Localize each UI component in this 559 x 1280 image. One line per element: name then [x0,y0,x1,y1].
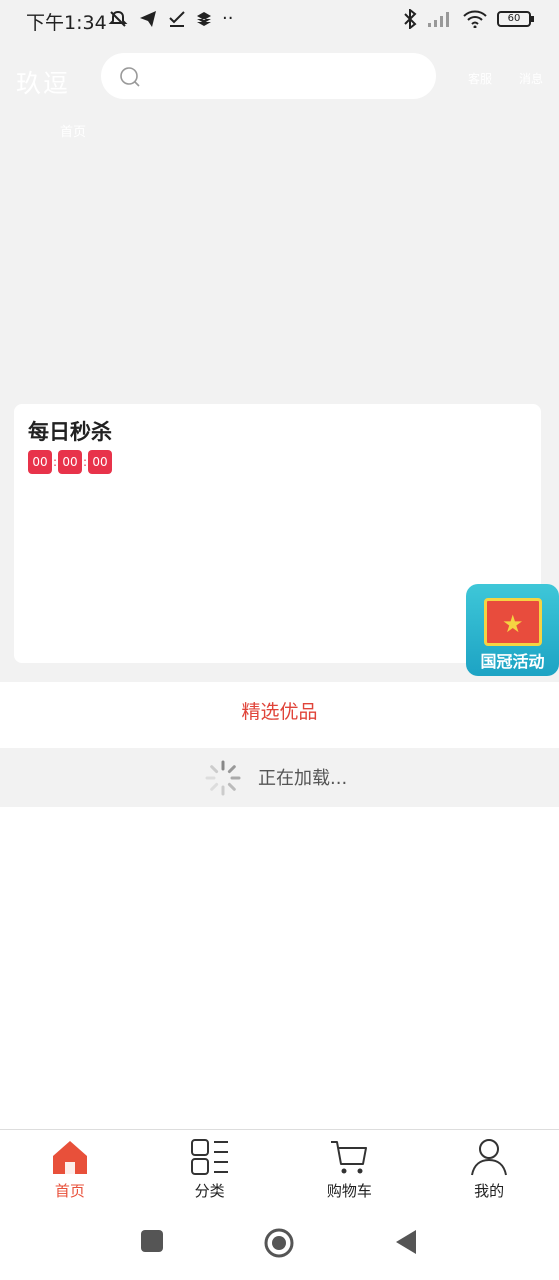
tab-label: 购物车 [326,1182,372,1200]
bluetooth-icon [404,9,417,29]
tab-profile[interactable]: 我的 [419,1130,559,1205]
featured-section-title: 精选优品 [0,682,559,748]
home-nav-icon[interactable] [263,1227,295,1259]
recents-icon[interactable] [140,1229,164,1253]
system-nav-bar [0,1205,559,1280]
more-dots-icon: ·· [222,8,234,29]
search-input[interactable] [101,53,436,99]
category-icon [190,1139,228,1175]
status-time: 下午1:34 [26,12,107,34]
battery-icon: 60 [497,11,534,27]
tab-home[interactable]: 首页 [60,121,86,140]
countdown-timer: 00 : 00 : 00 [28,450,112,474]
message-link[interactable]: 消息 [519,70,543,87]
layers-icon [197,11,211,26]
home-icon [52,1141,87,1174]
promo-float-button[interactable]: ★ 国冠活动 [466,584,559,676]
telegram-icon [140,10,156,27]
promo-label: 国冠活动 [480,652,545,671]
bottom-tab-bar: 首页 分类 购物车 我的 [0,1129,559,1205]
spinner-icon [205,760,241,796]
flash-sale-title: 每日秒杀 [28,420,112,444]
user-icon [471,1139,508,1176]
tab-label: 首页 [54,1182,85,1200]
tab-cart[interactable]: 购物车 [280,1130,420,1205]
wifi-icon [463,10,487,28]
status-bar: 下午1:34 ·· 60 [0,0,559,42]
app-logo: 玖逗 [16,69,71,98]
loading-text: 正在加载... [258,768,348,789]
check-icon [169,10,185,27]
countdown-seconds: 00 [88,450,112,474]
signal-icon [428,12,449,27]
tab-label: 我的 [474,1182,505,1200]
search-icon [120,67,140,87]
tab-category[interactable]: 分类 [140,1130,280,1205]
star-icon: ★ [502,610,524,638]
countdown-minutes: 00 [58,450,82,474]
customer-service-link[interactable]: 客服 [468,70,492,87]
flash-sale-card[interactable]: 每日秒杀 00 : 00 : 00 [14,404,541,663]
tab-home-bottom[interactable]: 首页 [0,1130,140,1205]
loading-indicator: 正在加载... [0,748,559,807]
cart-icon [331,1141,368,1174]
back-icon[interactable] [394,1229,418,1255]
tab-label: 分类 [194,1182,225,1200]
mute-icon [108,10,128,27]
countdown-hours: 00 [28,450,52,474]
